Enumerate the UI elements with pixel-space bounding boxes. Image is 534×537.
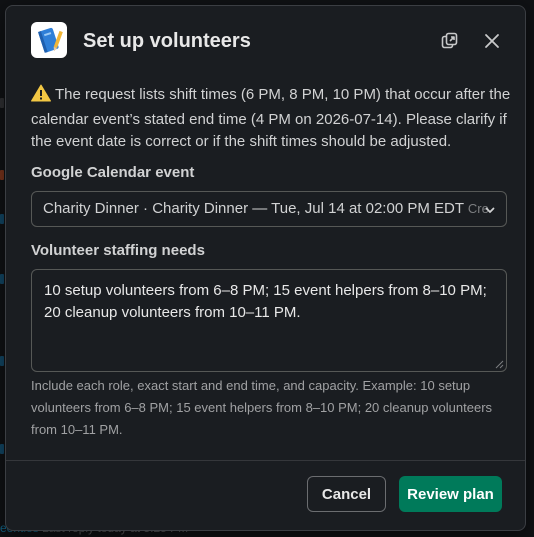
footer-divider — [6, 460, 525, 461]
resize-handle-icon[interactable] — [494, 359, 504, 369]
calendar-event-selected: Charity Dinner · Charity Dinner — Tue, J… — [43, 200, 464, 217]
chevron-down-icon — [485, 207, 495, 213]
close-icon — [485, 34, 499, 48]
popout-window-icon — [441, 32, 458, 49]
popout-button[interactable] — [436, 27, 464, 55]
staffing-needs-value: 10 setup volunteers from 6–8 PM; 15 even… — [44, 282, 487, 321]
warning-message: The request lists shift times (6 PM, 8 P… — [31, 84, 511, 153]
close-button[interactable] — [478, 27, 506, 55]
notebook-pencil-icon — [31, 22, 67, 58]
set-up-volunteers-dialog: Set up volunteers The request lists shif… — [5, 5, 526, 531]
warning-text: The request lists shift times (6 PM, 8 P… — [31, 86, 511, 150]
review-plan-button[interactable]: Review plan — [399, 476, 502, 512]
staffing-needs-label: Volunteer staffing needs — [31, 242, 205, 259]
calendar-event-select[interactable]: Charity Dinner · Charity Dinner — Tue, J… — [31, 191, 507, 227]
warning-icon — [31, 84, 51, 109]
calendar-event-label: Google Calendar event — [31, 164, 195, 181]
dialog-title: Set up volunteers — [83, 30, 251, 52]
staffing-needs-hint: Include each role, exact start and end t… — [31, 378, 493, 437]
staffing-needs-textarea[interactable]: 10 setup volunteers from 6–8 PM; 15 even… — [31, 269, 507, 372]
cancel-button[interactable]: Cancel — [307, 476, 386, 512]
